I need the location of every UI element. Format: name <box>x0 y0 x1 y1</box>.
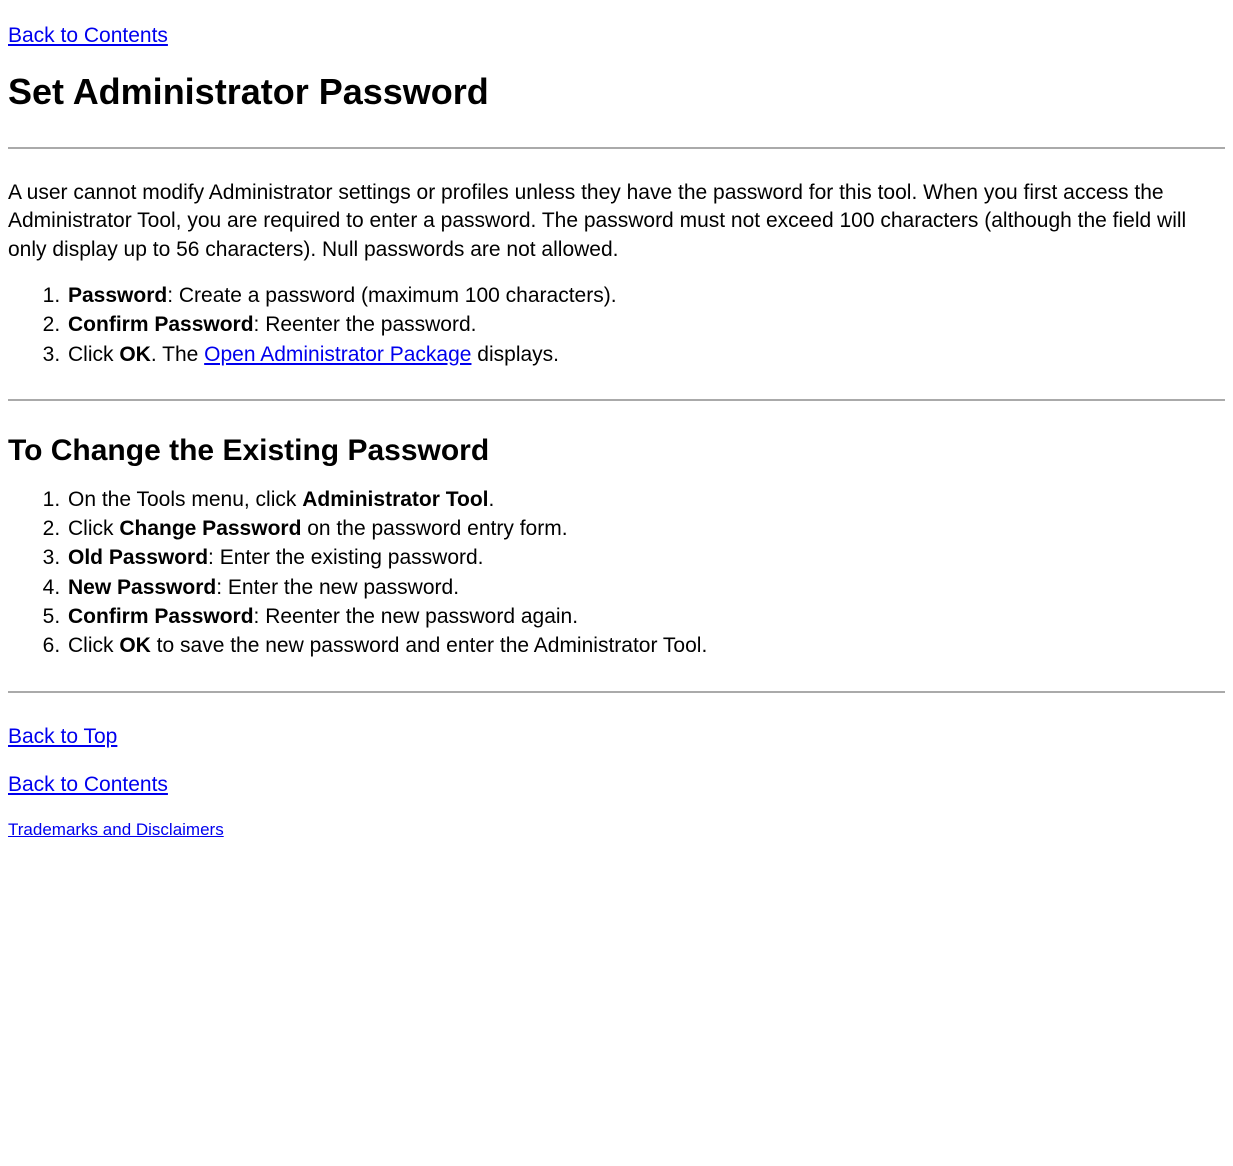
change-password-list: On the Tools menu, click Administrator T… <box>8 486 1225 661</box>
label-text: Click <box>68 517 119 540</box>
list-item: Password: Create a password (maximum 100… <box>66 282 1225 310</box>
label-text: : Reenter the password. <box>254 313 477 336</box>
list-item: On the Tools menu, click Administrator T… <box>66 486 1225 514</box>
section-title: To Change the Existing Password <box>8 431 1225 472</box>
label-text: Click <box>68 634 119 657</box>
intro-paragraph: A user cannot modify Administrator setti… <box>8 179 1225 264</box>
divider <box>8 147 1225 149</box>
list-item: Old Password: Enter the existing passwor… <box>66 544 1225 572</box>
divider <box>8 399 1225 401</box>
label-bold: New Password <box>68 576 216 599</box>
label-text: : Enter the existing password. <box>208 546 483 569</box>
list-item: Click Change Password on the password en… <box>66 515 1225 543</box>
label-bold: Password <box>68 284 167 307</box>
label-text: to save the new password and enter the A… <box>151 634 707 657</box>
list-item: Confirm Password: Reenter the password. <box>66 311 1225 339</box>
list-item: Click OK. The Open Administrator Package… <box>66 341 1225 369</box>
page-title: Set Administrator Password <box>8 68 1225 117</box>
label-text: : Enter the new password. <box>216 576 459 599</box>
set-password-list: Password: Create a password (maximum 100… <box>8 282 1225 369</box>
back-to-contents-bottom-link[interactable]: Back to Contents <box>8 773 168 796</box>
list-item: Confirm Password: Reenter the new passwo… <box>66 603 1225 631</box>
label-bold: Confirm Password <box>68 313 254 336</box>
back-to-contents-link[interactable]: Back to Contents <box>8 24 168 47</box>
label-text: : Create a password (maximum 100 charact… <box>167 284 616 307</box>
label-bold: Confirm Password <box>68 605 254 628</box>
label-text: . The <box>151 343 204 366</box>
list-item: New Password: Enter the new password. <box>66 574 1225 602</box>
label-bold: OK <box>119 343 151 366</box>
label-text: : Reenter the new password again. <box>254 605 579 628</box>
list-item: Click OK to save the new password and en… <box>66 632 1225 660</box>
label-bold: Change Password <box>119 517 301 540</box>
divider <box>8 691 1225 693</box>
label-text: . <box>489 488 495 511</box>
label-bold: Old Password <box>68 546 208 569</box>
open-admin-package-link[interactable]: Open Administrator Package <box>204 343 471 366</box>
label-text: displays. <box>471 343 559 366</box>
label-text: On the Tools menu, click <box>68 488 302 511</box>
back-to-top-link[interactable]: Back to Top <box>8 725 117 748</box>
trademarks-link[interactable]: Trademarks and Disclaimers <box>8 820 224 839</box>
label-text: Click <box>68 343 119 366</box>
label-bold: Administrator Tool <box>302 488 488 511</box>
label-text: on the password entry form. <box>301 517 567 540</box>
label-bold: OK <box>119 634 151 657</box>
